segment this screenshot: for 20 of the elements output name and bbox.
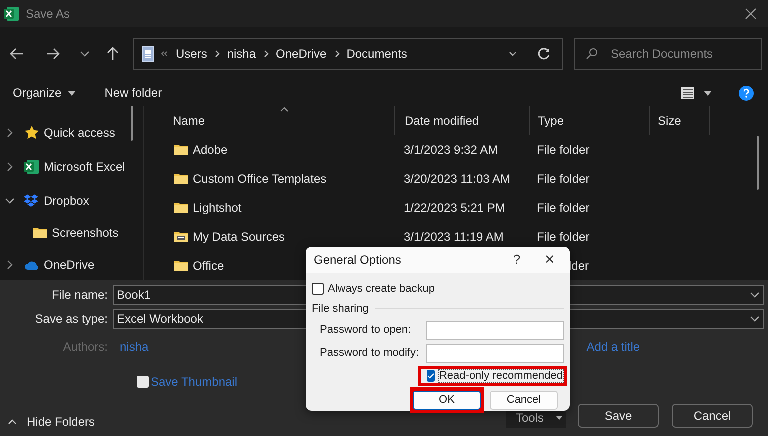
file-type: File folder bbox=[537, 200, 590, 214]
checkbox-label: Always create backup bbox=[328, 282, 435, 297]
window-title: Save As bbox=[26, 6, 70, 22]
field-label: Password to modify: bbox=[320, 346, 420, 362]
field-label: Save as type: bbox=[34, 311, 108, 328]
dialog-title: General Options bbox=[314, 252, 402, 269]
file-type: File folder bbox=[537, 230, 590, 244]
date-modified: 3/20/2023 11:03 AM bbox=[404, 172, 511, 186]
field-label: Authors: bbox=[62, 339, 108, 356]
file-type: File folder bbox=[537, 172, 590, 186]
file-type: File folder bbox=[537, 142, 590, 156]
checkbox-label: Save Thumbnail bbox=[151, 374, 238, 391]
field-label: Password to open: bbox=[320, 323, 412, 338]
date-modified: 3/1/2023 9:32 AM bbox=[404, 142, 498, 156]
field-label: File name: bbox=[50, 287, 108, 304]
file-type: lder bbox=[569, 258, 590, 272]
checkbox-label: Read-only recommended bbox=[438, 369, 564, 383]
date-modified: 1/22/2023 5:21 PM bbox=[404, 200, 506, 214]
date-modified: 3/1/2023 11:19 AM bbox=[404, 230, 504, 244]
section-heading: File sharing bbox=[312, 302, 369, 316]
